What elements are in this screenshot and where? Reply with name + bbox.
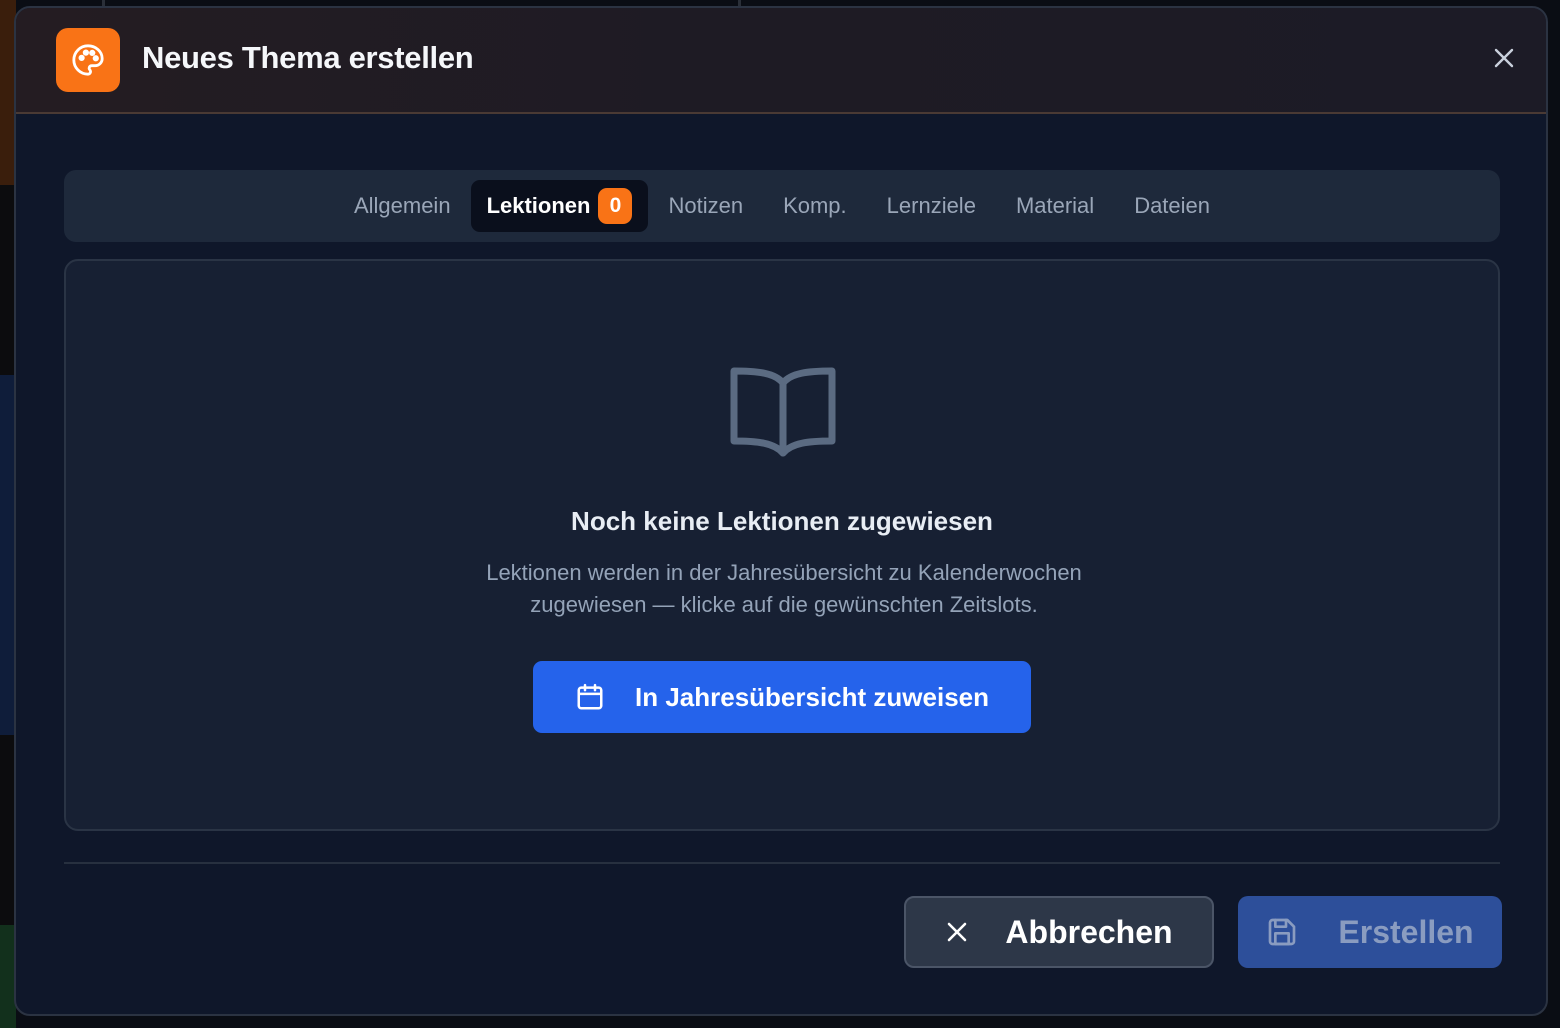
lessons-panel: Noch keine Lektionen zugewiesen Lektione… (64, 259, 1500, 831)
palette-icon (56, 28, 120, 92)
tab-label: Allgemein (353, 193, 451, 218)
lesson-count-badge: 0 (598, 188, 633, 224)
cancel-button[interactable]: Abbrechen (904, 896, 1214, 968)
tab-label: Dateien (1134, 193, 1211, 218)
empty-state-description: Lektionen werden in der Jahresübersicht … (486, 560, 1082, 617)
cancel-button-label: Abbrechen (1005, 913, 1173, 950)
tab-label: Lektionen (486, 193, 591, 218)
tab-label: Notizen (668, 193, 744, 218)
calendar-icon (577, 683, 603, 710)
footer-divider (64, 862, 1500, 864)
tab-allgemein[interactable]: Allgemein (334, 180, 471, 232)
tab-material[interactable]: Material (996, 180, 1114, 232)
tab-dateien[interactable]: Dateien (1114, 180, 1230, 232)
dialog-title: Neues Thema erstellen (142, 40, 474, 75)
close-button[interactable] (1488, 42, 1520, 74)
close-icon (948, 922, 967, 942)
tab-notizen[interactable]: Notizen (648, 180, 763, 232)
create-button[interactable]: Erstellen (1238, 896, 1502, 968)
create-button-label: Erstellen (1338, 913, 1474, 950)
tab-lernziele[interactable]: Lernziele (867, 180, 996, 232)
tab-bar: Allgemein Lektionen 0 Notizen Komp. Lern… (64, 170, 1500, 242)
create-topic-dialog: Neues Thema erstellen Allgemein Lektione… (14, 6, 1548, 1016)
close-icon (1494, 48, 1514, 68)
assign-in-year-overview-button[interactable]: In Jahresübersicht zuweisen (533, 661, 1031, 733)
empty-state-title: Noch keine Lektionen zugewiesen (571, 506, 993, 536)
book-open-icon (730, 367, 836, 457)
dialog-header: Neues Thema erstellen (16, 8, 1546, 114)
save-icon (1269, 918, 1296, 946)
assign-button-label: In Jahresübersicht zuweisen (634, 681, 989, 712)
tab-label: Komp. (783, 193, 847, 218)
tab-label: Lernziele (886, 193, 976, 218)
tab-label: Material (1015, 193, 1095, 218)
tab-lektionen[interactable]: Lektionen 0 (470, 180, 649, 232)
tab-komp[interactable]: Komp. (763, 180, 867, 232)
